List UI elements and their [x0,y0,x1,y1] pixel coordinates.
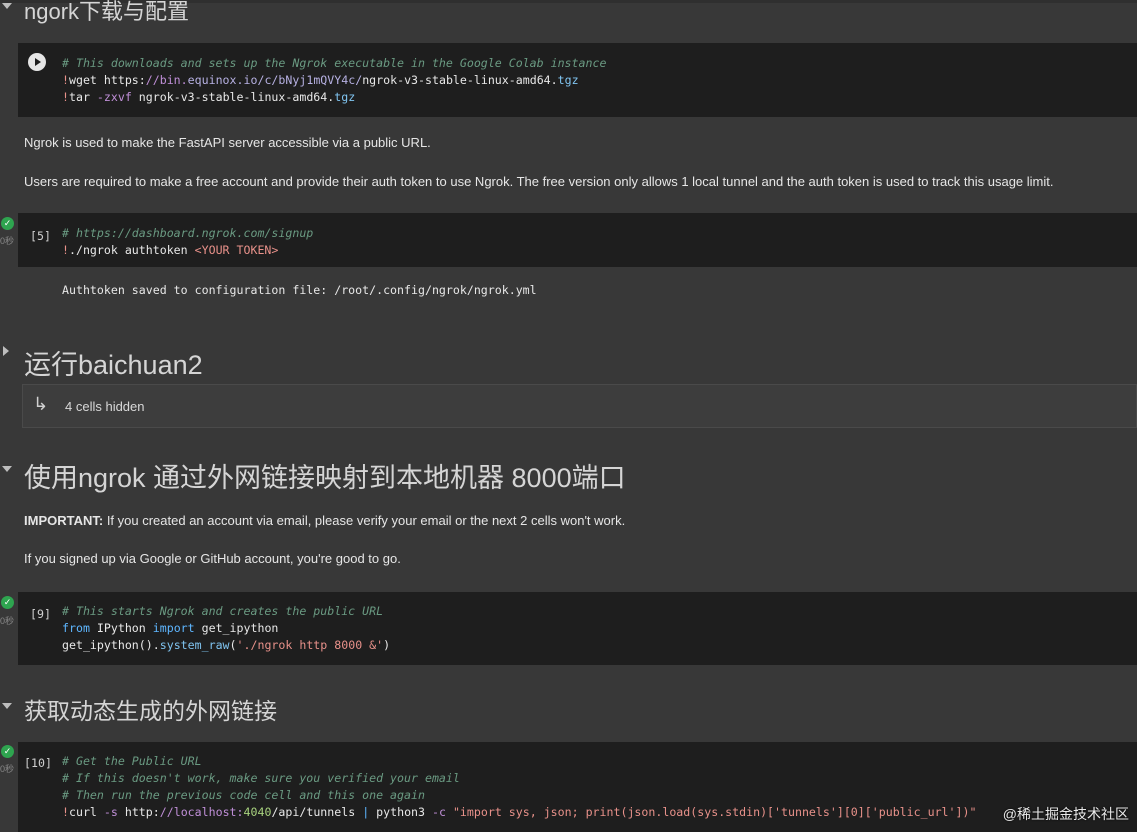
code-flag: -c [425,805,446,819]
cell-prompt: [9] [30,607,51,621]
code-comment: # This starts Ngrok and creates the publ… [62,604,384,618]
code-cell-authtoken[interactable]: # https://dashboard.ngrok.com/signup !./… [18,213,1137,267]
code-paren: ( [229,638,237,652]
important-text: If you created an account via email, ple… [103,513,626,528]
check-circle-icon: ✓ [1,596,14,609]
code-flag: -s [96,805,118,819]
code-tar: tar [68,90,90,104]
code-cell-get-url[interactable]: # Get the Public URL # If this doesn't w… [18,742,1137,832]
code-comment: # https://dashboard.ngrok.com/signup [62,226,314,240]
code-python: python3 [369,805,426,819]
chevron-down-icon[interactable] [2,3,12,9]
code-url: //localhost: [159,805,244,819]
code-flag: -zxvf [89,90,132,104]
code-wget: wget https: [68,73,146,87]
code-bang: ! [62,73,69,87]
code-editor[interactable]: # https://dashboard.ngrok.com/signup !./… [62,225,313,259]
code-editor[interactable]: # Get the Public URL # If this doesn't w… [62,753,976,821]
exec-time: 0秒 [0,616,15,626]
code-comment: # This downloads and sets up the Ngrok e… [62,56,607,70]
code-string: "import sys, json; print(json.load(sys.s… [445,805,977,819]
code-url-part: bNyj1mQVY4c/ [278,73,363,87]
code-function: system_raw [159,638,230,652]
important-label: IMPORTANT: [24,513,104,528]
play-icon [35,58,41,66]
code-import: get_ipython [194,621,279,635]
code-ext: tgz [334,90,356,104]
code-comment: # Then run the previous code cell and th… [62,788,425,802]
watermark: @稀土掘金技术社区 [1002,806,1129,822]
section-title-ngrok-mapping: 使用ngrok 通过外网链接映射到本地机器 8000端口 [24,463,626,493]
code-editor[interactable]: # This starts Ngrok and creates the publ… [62,603,390,654]
text-paragraph: If you signed up via Google or GitHub ac… [24,551,401,566]
important-paragraph: IMPORTANT: If you created an account via… [24,513,625,528]
code-url: /api/tunnels [271,805,363,819]
section-title-run-baichuan2: 运行baichuan2 [24,350,203,380]
code-string: './ngrok http 8000 &' [236,638,384,652]
exec-time: 0秒 [0,236,15,246]
code-url-part: ngrok-v3-stable-linux-amd64. [362,73,558,87]
cell-prompt: [10] [24,756,52,770]
cell-prompt: [5] [30,229,51,243]
exec-time: 0秒 [0,764,15,774]
run-button[interactable] [28,53,46,71]
code-port: 4040 [243,805,272,819]
check-circle-icon: ✓ [1,745,14,758]
section-title-ngrok-setup: ngork下载与配置 [24,0,190,24]
code-comment: # If this doesn't work, make sure you ve… [62,771,460,785]
code-url-part: //bin. [145,73,188,87]
code-call: get_ipython(). [62,638,160,652]
code-cell-start-ngrok[interactable]: # This starts Ngrok and creates the publ… [18,592,1137,665]
code-module: IPython [89,621,153,635]
text-paragraph: Ngrok is used to make the FastAPI server… [24,135,431,150]
code-keyword: import [152,621,195,635]
code-keyword: from [62,621,90,635]
arrow-return-icon: ↳ [33,394,49,414]
output-text: Authtoken saved to configuration file: /… [62,283,537,297]
code-paren: ) [383,638,391,652]
text-paragraph: Users are required to make a free accoun… [24,174,1054,189]
code-url-part: io/ [243,73,265,87]
code-cell-download[interactable]: # This downloads and sets up the Ngrok e… [18,43,1137,117]
section-title-public-link: 获取动态生成的外网链接 [24,698,277,724]
chevron-down-icon[interactable] [2,466,12,472]
cell-output: Authtoken saved to configuration file: /… [18,267,1137,311]
chevron-down-icon[interactable] [2,703,12,709]
code-url-part: equinox. [187,73,244,87]
code-editor[interactable]: # This downloads and sets up the Ngrok e… [62,55,606,106]
code-url-part: c/ [264,73,279,87]
check-circle-icon: ✓ [1,217,14,230]
code-bang: ! [62,805,69,819]
code-curl: curl [68,805,97,819]
hidden-cells-label: 4 cells hidden [65,399,145,414]
code-url: http: [117,805,160,819]
code-comment: # Get the Public URL [62,754,202,768]
code-url-part: tgz [557,73,579,87]
code-bang: ! [62,243,69,257]
hidden-cells-bar[interactable]: ↳ 4 cells hidden [22,384,1137,428]
code-file: ngrok-v3-stable-linux-amd64. [131,90,335,104]
code-bang: ! [62,90,69,104]
code-command: ./ngrok authtoken [68,243,195,257]
code-token: <YOUR TOKEN> [194,243,279,257]
chevron-right-icon[interactable] [3,346,9,356]
